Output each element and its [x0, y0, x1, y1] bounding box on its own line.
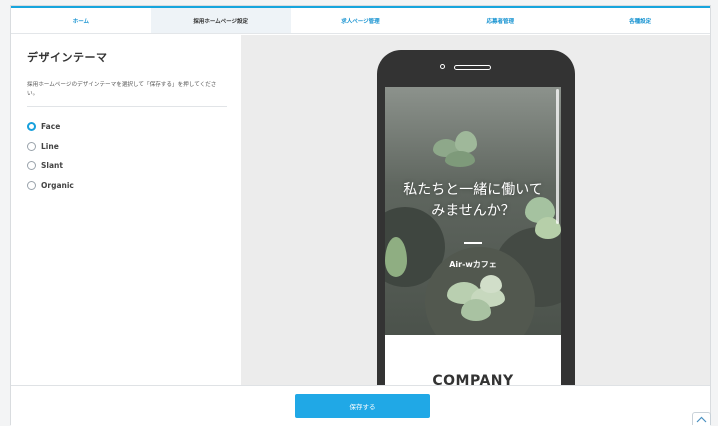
tab-various-settings[interactable]: 各種設定 — [570, 8, 710, 33]
theme-option-label: Face — [41, 122, 61, 132]
app-frame: ホーム 採用ホームページ設定 求人ページ管理 応募者管理 各種設定 デザインテー… — [10, 5, 711, 426]
tab-applicant-management[interactable]: 応募者管理 — [430, 8, 570, 33]
theme-option-organic[interactable]: Organic — [27, 176, 241, 196]
tab-home[interactable]: ホーム — [11, 8, 151, 33]
top-navigation: ホーム 採用ホームページ設定 求人ページ管理 応募者管理 各種設定 — [11, 6, 710, 34]
chevron-up-icon — [696, 416, 707, 422]
theme-option-slant[interactable]: Slant — [27, 156, 241, 176]
theme-preview-area: 私たちと一緒に働いて みませんか？ Air-wカフェ COMPANY — [241, 35, 710, 385]
company-section-heading: COMPANY — [432, 373, 514, 385]
theme-option-label: Line — [41, 141, 59, 151]
radio-icon[interactable] — [27, 161, 36, 171]
phone-screen[interactable]: 私たちと一緒に働いて みませんか？ Air-wカフェ COMPANY — [385, 87, 561, 385]
theme-option-face[interactable]: Face — [27, 117, 241, 137]
hero-headline: 私たちと一緒に働いて みませんか？ — [403, 182, 543, 219]
phone-camera-icon — [440, 64, 445, 69]
theme-option-line[interactable]: Line — [27, 137, 241, 157]
page-title: デザインテーマ — [27, 51, 108, 64]
save-button[interactable]: 保存する — [295, 394, 430, 418]
phone-mockup: 私たちと一緒に働いて みませんか？ Air-wカフェ COMPANY — [377, 50, 575, 385]
radio-icon[interactable] — [27, 141, 36, 151]
back-to-top-button[interactable] — [692, 412, 711, 425]
tab-job-page-management[interactable]: 求人ページ管理 — [291, 8, 431, 33]
theme-option-label: Slant — [41, 161, 63, 171]
footer-bar: 保存する — [11, 385, 710, 426]
hero-image: 私たちと一緒に働いて みませんか？ Air-wカフェ — [385, 87, 561, 335]
tab-recruit-homepage-settings[interactable]: 採用ホームページ設定 — [150, 8, 291, 33]
hero-divider — [464, 242, 482, 244]
phone-speaker-icon — [454, 65, 491, 70]
theme-sidebar: デザインテーマ 採用ホームページのデザインテーマを選択して「保存する」を押してく… — [11, 35, 241, 385]
radio-selected-icon[interactable] — [27, 122, 36, 132]
radio-icon[interactable] — [27, 180, 36, 190]
theme-description: 採用ホームページのデザインテーマを選択して「保存する」を押してください。 — [27, 81, 227, 107]
theme-option-label: Organic — [41, 180, 74, 190]
hero-company-name: Air-wカフェ — [449, 260, 497, 269]
